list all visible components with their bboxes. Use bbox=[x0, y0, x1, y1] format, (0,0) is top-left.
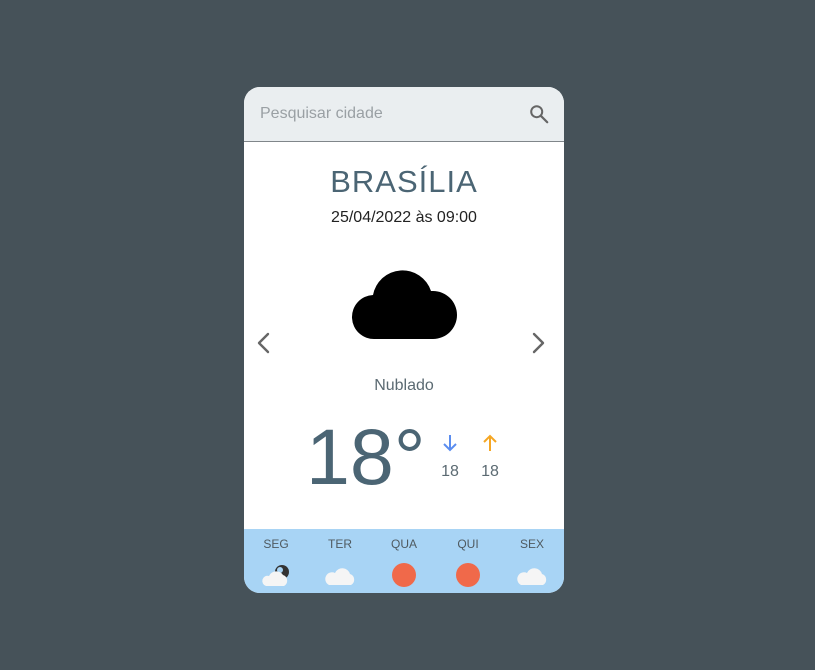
arrow-up-icon bbox=[483, 434, 497, 451]
arrow-down-icon bbox=[443, 435, 457, 452]
weather-condition: Nublado bbox=[374, 377, 434, 394]
forecast-day[interactable]: QUI bbox=[436, 529, 500, 593]
forecast-bar: SEG TER QUA QUI SEX bbox=[244, 529, 564, 593]
chevron-left-icon[interactable] bbox=[254, 330, 274, 356]
min-temperature-value: 18 bbox=[441, 463, 459, 480]
max-temperature-value: 18 bbox=[481, 463, 499, 480]
sun-icon bbox=[456, 563, 480, 587]
max-temperature: 18 bbox=[478, 433, 502, 481]
date-time: 25/04/2022 às 09:00 bbox=[331, 209, 477, 226]
sun-icon bbox=[392, 563, 416, 587]
current-temperature: 18° bbox=[306, 412, 426, 501]
cloud-icon bbox=[351, 270, 457, 340]
forecast-day-label: SEG bbox=[263, 537, 289, 551]
city-name: BRASÍLIA bbox=[330, 164, 478, 199]
search-icon[interactable] bbox=[528, 103, 550, 125]
forecast-day-label: QUA bbox=[390, 537, 417, 551]
forecast-day[interactable]: SEX bbox=[500, 529, 564, 593]
search-input[interactable] bbox=[244, 87, 514, 141]
search-bar bbox=[244, 87, 564, 142]
forecast-day[interactable]: TER bbox=[308, 529, 372, 593]
forecast-day-label: QUI bbox=[457, 537, 479, 551]
chevron-right-icon[interactable] bbox=[528, 330, 548, 356]
weather-card: BRASÍLIA 25/04/2022 às 09:00 Nublado 18°… bbox=[244, 87, 564, 593]
forecast-day[interactable]: QUA bbox=[372, 529, 436, 593]
cloud-icon bbox=[325, 568, 355, 585]
cloud-icon bbox=[517, 568, 547, 585]
forecast-day[interactable]: SEG bbox=[244, 529, 308, 593]
forecast-day-label: TER bbox=[328, 537, 352, 551]
cloud-moon-icon bbox=[262, 565, 289, 586]
min-temperature: 18 bbox=[438, 433, 462, 481]
forecast-day-label: SEX bbox=[519, 537, 544, 551]
